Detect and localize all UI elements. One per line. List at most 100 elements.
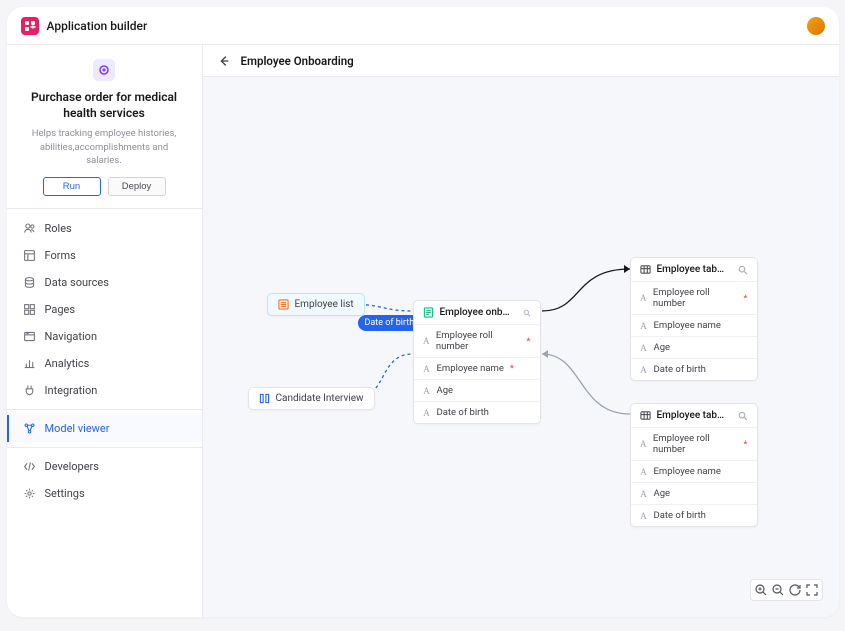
model-icon bbox=[23, 422, 36, 435]
sidebar-item-label: Forms bbox=[45, 249, 76, 262]
user-avatar[interactable] bbox=[807, 17, 825, 35]
text-field-icon: A bbox=[640, 468, 648, 476]
app-card-icon bbox=[93, 59, 115, 81]
field-row[interactable]: A Date of birth bbox=[631, 358, 757, 380]
main: Employee Onboarding Employee list bbox=[203, 45, 839, 617]
node-employee-list[interactable]: Employee list bbox=[267, 293, 365, 316]
required-indicator: * bbox=[743, 439, 747, 450]
field-row[interactable]: A Employee roll number * bbox=[414, 324, 540, 357]
nav-separator bbox=[7, 447, 202, 448]
sidebar-item-datasources[interactable]: Data sources bbox=[7, 269, 202, 296]
sidebar-item-pages[interactable]: Pages bbox=[7, 296, 202, 323]
field-row[interactable]: A Date of birth bbox=[631, 504, 757, 526]
sidebar: Purchase order for medical health servic… bbox=[7, 45, 203, 617]
text-field-icon: A bbox=[423, 337, 430, 345]
node-title: Employee tabl... bbox=[657, 264, 726, 275]
field-label: Employee roll number bbox=[653, 433, 738, 455]
app-card: Purchase order for medical health servic… bbox=[7, 45, 202, 209]
sidebar-item-label: Roles bbox=[45, 222, 72, 235]
field-label: Employee name bbox=[654, 320, 721, 331]
required-indicator: * bbox=[526, 336, 530, 347]
sidebar-item-label: Settings bbox=[45, 487, 85, 500]
text-field-icon: A bbox=[640, 344, 648, 352]
app-title: Application builder bbox=[47, 19, 148, 33]
app-window: Application builder Purchase order for m… bbox=[7, 7, 839, 617]
field-label: Employee name bbox=[654, 466, 721, 477]
app-card-desc: Helps tracking employee histories, abili… bbox=[23, 127, 186, 167]
zoom-in-button[interactable] bbox=[754, 583, 768, 597]
nav-icon bbox=[23, 330, 36, 343]
field-row[interactable]: A Employee name bbox=[631, 460, 757, 482]
sidebar-item-label: Integration bbox=[45, 384, 98, 397]
sidebar-item-analytics[interactable]: Analytics bbox=[7, 350, 202, 377]
text-field-icon: A bbox=[640, 322, 648, 330]
node-label: Candidate Interview bbox=[276, 393, 364, 404]
app-logo-icon bbox=[21, 17, 39, 35]
field-row[interactable]: A Employee roll number * bbox=[631, 281, 757, 314]
field-row[interactable]: A Employee roll number * bbox=[631, 427, 757, 460]
node-employee-table-2[interactable]: Employee tabl... A Employee roll number *… bbox=[630, 403, 758, 527]
field-row[interactable]: AAge bbox=[414, 379, 540, 401]
node-title: Employee tabl... bbox=[657, 410, 726, 421]
field-row[interactable]: AEmployee name * bbox=[414, 357, 540, 379]
node-employee-onboard[interactable]: Employee onboard... A Employee roll numbe… bbox=[413, 300, 541, 424]
field-row[interactable]: ADate of birth bbox=[414, 401, 540, 423]
fullscreen-button[interactable] bbox=[805, 583, 819, 597]
main-header: Employee Onboarding bbox=[203, 45, 839, 77]
field-label: Employee name bbox=[437, 363, 504, 374]
search-icon[interactable] bbox=[738, 411, 748, 421]
back-arrow-icon[interactable] bbox=[217, 54, 231, 68]
canvas[interactable]: Employee list Candidate Interview Date o… bbox=[203, 77, 839, 617]
sidebar-item-label: Analytics bbox=[45, 357, 90, 370]
node-label: Employee list bbox=[295, 299, 354, 310]
field-row[interactable]: A Employee name bbox=[631, 314, 757, 336]
app-card-name: Purchase order for medical health servic… bbox=[23, 89, 186, 121]
nav-separator bbox=[7, 409, 202, 410]
field-label: Date of birth bbox=[654, 364, 706, 375]
node-employee-table-1[interactable]: Employee tabl... A Employee roll number *… bbox=[630, 257, 758, 381]
field-label: Age bbox=[654, 342, 671, 353]
sidebar-item-navigation[interactable]: Navigation bbox=[7, 323, 202, 350]
deploy-button[interactable]: Deploy bbox=[108, 177, 166, 196]
field-label: Age bbox=[437, 385, 454, 396]
sidebar-item-forms[interactable]: Forms bbox=[7, 242, 202, 269]
required-indicator: * bbox=[743, 293, 747, 304]
sidebar-item-label: Pages bbox=[45, 303, 76, 316]
text-field-icon: A bbox=[640, 366, 648, 374]
search-icon[interactable] bbox=[523, 308, 531, 318]
table-icon bbox=[640, 264, 651, 275]
zoom-out-button[interactable] bbox=[771, 583, 785, 597]
text-field-icon: A bbox=[423, 409, 431, 417]
field-label: Date of birth bbox=[654, 510, 706, 521]
sidebar-item-integration[interactable]: Integration bbox=[7, 377, 202, 404]
sidebar-item-modelviewer[interactable]: Model viewer bbox=[7, 415, 202, 442]
app-card-actions: Run Deploy bbox=[23, 177, 186, 196]
connector-badge: Date of birth bbox=[358, 315, 422, 331]
text-field-icon: A bbox=[640, 440, 647, 448]
sidebar-item-label: Developers bbox=[45, 460, 99, 473]
sidebar-item-label: Data sources bbox=[45, 276, 109, 289]
field-label: Employee roll number bbox=[436, 330, 521, 352]
sidebar-item-developers[interactable]: Developers bbox=[7, 453, 202, 480]
field-label: Employee roll number bbox=[653, 287, 738, 309]
page-title: Employee Onboarding bbox=[241, 54, 354, 68]
refresh-button[interactable] bbox=[788, 583, 802, 597]
node-candidate-interview[interactable]: Candidate Interview bbox=[248, 387, 375, 410]
code-icon bbox=[23, 460, 36, 473]
database-icon bbox=[23, 276, 36, 289]
titlebar: Application builder bbox=[7, 7, 839, 45]
run-button[interactable]: Run bbox=[43, 177, 101, 196]
text-field-icon: A bbox=[423, 365, 431, 373]
sidebar-nav: Roles Forms Data sources Pages Navigatio… bbox=[7, 209, 202, 617]
chart-icon bbox=[23, 357, 36, 370]
sidebar-item-roles[interactable]: Roles bbox=[7, 215, 202, 242]
text-field-icon: A bbox=[640, 294, 647, 302]
sidebar-item-settings[interactable]: Settings bbox=[7, 480, 202, 507]
field-row[interactable]: AAge bbox=[631, 482, 757, 504]
search-icon[interactable] bbox=[738, 265, 748, 275]
text-field-icon: A bbox=[640, 512, 648, 520]
field-row[interactable]: A Age bbox=[631, 336, 757, 358]
node-header: Employee onboard... bbox=[414, 301, 540, 324]
sidebar-item-label: Navigation bbox=[45, 330, 98, 343]
form-icon bbox=[423, 307, 434, 318]
